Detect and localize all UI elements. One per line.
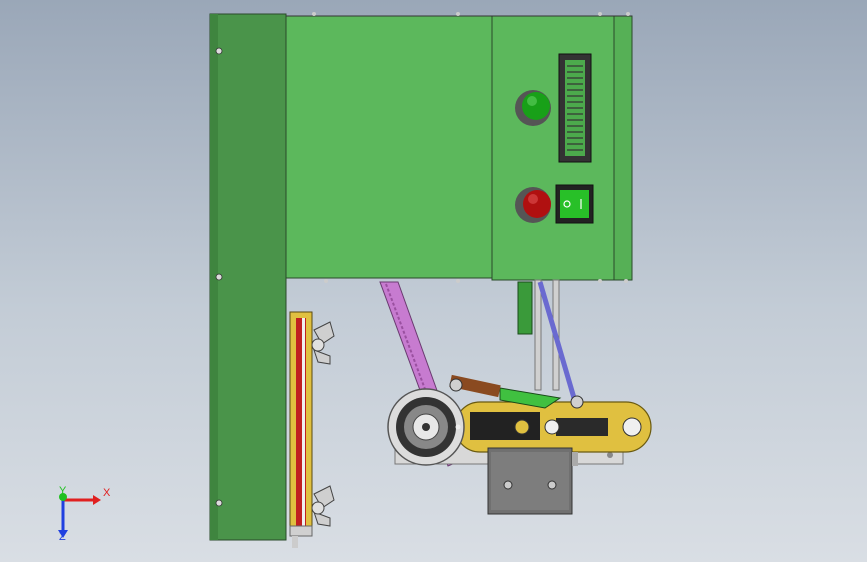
screw-icon	[215, 273, 223, 281]
pulley-wheel[interactable]	[387, 388, 465, 466]
motor-block[interactable]	[487, 447, 578, 515]
screw-icon	[215, 47, 223, 55]
rocker-switch[interactable]	[555, 184, 594, 224]
lever-arm[interactable]	[449, 374, 652, 453]
frame-rods	[517, 279, 577, 399]
triad-z-label: Z	[59, 531, 66, 543]
triad-x-label: X	[103, 487, 111, 499]
left-side-panel[interactable]	[209, 13, 287, 541]
clamp-column[interactable]	[289, 311, 313, 548]
triad-y-label: Y	[59, 485, 67, 497]
red-pushbutton[interactable]	[515, 187, 551, 223]
wing-nut-icon[interactable]	[311, 321, 335, 365]
cad-viewport[interactable]: X Y Z	[0, 0, 867, 562]
wing-nut-icon[interactable]	[311, 485, 335, 527]
green-pushbutton[interactable]	[515, 90, 551, 126]
screw-icon	[215, 499, 223, 507]
lcd-display[interactable]	[558, 53, 592, 163]
assembly-model[interactable]	[0, 0, 867, 562]
